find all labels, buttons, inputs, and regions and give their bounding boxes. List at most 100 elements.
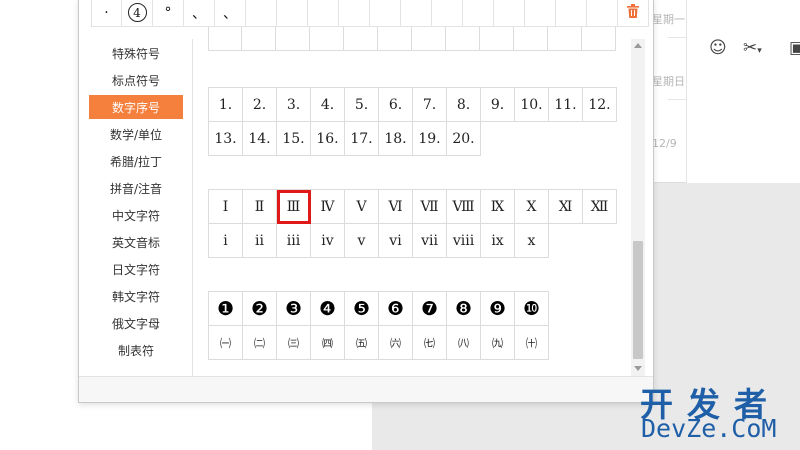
recent-symbol-cell[interactable] [463, 0, 494, 27]
symbol-cell[interactable]: 14. [243, 122, 277, 156]
category-item[interactable]: 希腊/拉丁 [89, 149, 183, 173]
symbol-cell[interactable]: 1. [209, 88, 243, 122]
smiley-icon[interactable]: ☺ [709, 38, 727, 58]
symbol-cell[interactable]: Ⅷ [447, 190, 481, 224]
symbol-cell[interactable]: 6. [379, 88, 413, 122]
symbol-cell[interactable]: Ⅵ [379, 190, 413, 224]
symbol-cell[interactable]: vii [413, 224, 447, 258]
symbol-cell[interactable]: Ⅰ [209, 190, 243, 224]
symbol-cell[interactable]: ㈥ [379, 326, 413, 360]
symbol-cell[interactable]: ㈧ [447, 326, 481, 360]
symbol-cell[interactable]: iv [311, 224, 345, 258]
symbol-cell[interactable]: ❻ [379, 292, 413, 326]
recent-symbol-cell[interactable] [494, 0, 525, 27]
symbol-cell[interactable]: 15. [277, 122, 311, 156]
symbol-cell[interactable]: ❺ [345, 292, 379, 326]
category-item[interactable]: 制表符 [89, 338, 183, 362]
category-item[interactable]: 日文字符 [89, 257, 183, 281]
symbol-cell[interactable]: 8. [447, 88, 481, 122]
symbol-cell[interactable]: i [209, 224, 243, 258]
symbol-cell[interactable]: Ⅱ [243, 190, 277, 224]
recent-symbol-cell[interactable] [339, 0, 370, 27]
symbol-cell[interactable]: ❸ [277, 292, 311, 326]
symbol-cell[interactable]: ㈡ [243, 326, 277, 360]
symbol-cell[interactable]: ㈩ [515, 326, 549, 360]
symbol-cell[interactable]: ㈠ [209, 326, 243, 360]
scroll-down-arrow-icon[interactable] [634, 366, 642, 371]
symbol-cell[interactable]: 10. [515, 88, 549, 122]
symbol-cell[interactable]: Ⅻ [583, 190, 617, 224]
symbol-cell[interactable]: 7. [413, 88, 447, 122]
recent-symbol-cell[interactable] [432, 0, 463, 27]
symbol-cell[interactable]: viii [447, 224, 481, 258]
recent-symbol-cell[interactable]: 、 [215, 0, 246, 27]
symbol-cell[interactable]: Ⅸ [481, 190, 515, 224]
symbol-cell[interactable]: 13. [209, 122, 243, 156]
symbol-cell[interactable]: 17. [345, 122, 379, 156]
category-item[interactable]: 中文字符 [89, 203, 183, 227]
symbol-cell[interactable]: vi [379, 224, 413, 258]
category-item[interactable]: 韩文字符 [89, 284, 183, 308]
symbol-cell[interactable]: ❾ [481, 292, 515, 326]
scroll-up-arrow-icon[interactable] [634, 43, 642, 48]
scroll-thumb[interactable] [633, 241, 643, 359]
category-item[interactable]: 特殊符号 [89, 41, 183, 65]
symbol-cell[interactable]: ㈨ [481, 326, 515, 360]
symbol-cell[interactable]: 18. [379, 122, 413, 156]
symbol-cell[interactable]: 9. [481, 88, 515, 122]
image-icon[interactable]: ▣ [789, 38, 800, 58]
category-item[interactable]: 拼音/注音 [89, 176, 183, 200]
roman-numeral-group: Ⅰ Ⅱ Ⅲ Ⅳ Ⅴ Ⅵ Ⅶ Ⅷ Ⅸ Ⅹ Ⅺ Ⅻi ii iii iv v vi vii viii ix x [208, 189, 617, 258]
symbol-cell[interactable]: 5. [345, 88, 379, 122]
symbol-cell[interactable]: 20. [447, 122, 481, 156]
category-item[interactable]: 数学/单位 [89, 122, 183, 146]
vertical-scrollbar[interactable] [631, 39, 645, 376]
recent-symbol-cell[interactable] [587, 0, 618, 27]
symbol-cell[interactable]: ii [243, 224, 277, 258]
recent-symbol-cell[interactable]: 4 [122, 0, 153, 27]
recent-symbol-cell[interactable]: 、 [184, 0, 215, 27]
recent-symbol-cell[interactable] [401, 0, 432, 27]
symbol-cell[interactable]: ㈣ [311, 326, 345, 360]
symbol-cell[interactable]: Ⅴ [345, 190, 379, 224]
selected-symbol-cell[interactable]: Ⅲ [277, 190, 311, 224]
symbol-cell[interactable]: ㈦ [413, 326, 447, 360]
symbol-cell[interactable]: 4. [311, 88, 345, 122]
symbol-cell[interactable]: 16. [311, 122, 345, 156]
symbol-cell[interactable]: iii [277, 224, 311, 258]
symbol-cell[interactable]: Ⅶ [413, 190, 447, 224]
symbol-cell[interactable]: ❽ [447, 292, 481, 326]
symbol-cell[interactable]: 2. [243, 88, 277, 122]
symbol-cell[interactable]: ❿ [515, 292, 549, 326]
symbol-cell[interactable]: ❷ [243, 292, 277, 326]
category-item[interactable]: 英文音标 [89, 230, 183, 254]
symbol-cell[interactable]: 12. [583, 88, 617, 122]
symbol-cell[interactable]: 19. [413, 122, 447, 156]
recent-symbol-cell[interactable] [370, 0, 401, 27]
recent-symbol-cell[interactable] [246, 0, 277, 27]
symbol-cell[interactable]: Ⅺ [549, 190, 583, 224]
symbol-cell[interactable]: Ⅹ [515, 190, 549, 224]
scissors-icon[interactable]: ✂▾ [743, 38, 762, 58]
symbol-cell[interactable]: ix [481, 224, 515, 258]
recent-symbol-cell[interactable] [308, 0, 339, 27]
symbol-cell[interactable]: v [345, 224, 379, 258]
symbol-cell[interactable]: ❼ [413, 292, 447, 326]
recent-symbol-cell[interactable] [277, 0, 308, 27]
recent-symbol-cell[interactable] [556, 0, 587, 27]
recent-symbol-cell[interactable]: · [91, 0, 122, 27]
trash-icon[interactable] [627, 4, 639, 18]
symbol-cell[interactable]: ㈢ [277, 326, 311, 360]
symbol-cell[interactable]: Ⅳ [311, 190, 345, 224]
symbol-cell[interactable]: 11. [549, 88, 583, 122]
symbol-cell[interactable]: ❹ [311, 292, 345, 326]
symbol-cell[interactable]: ❶ [209, 292, 243, 326]
category-item[interactable]: 俄文字母 [89, 311, 183, 335]
recent-symbol-cell[interactable]: ° [153, 0, 184, 27]
category-item[interactable]: 标点符号 [89, 68, 183, 92]
symbol-cell[interactable]: x [515, 224, 549, 258]
symbol-cell[interactable]: ㈤ [345, 326, 379, 360]
recent-symbol-cell[interactable] [525, 0, 556, 27]
symbol-cell[interactable]: 3. [277, 88, 311, 122]
category-item[interactable]: 数字序号 [89, 95, 183, 119]
